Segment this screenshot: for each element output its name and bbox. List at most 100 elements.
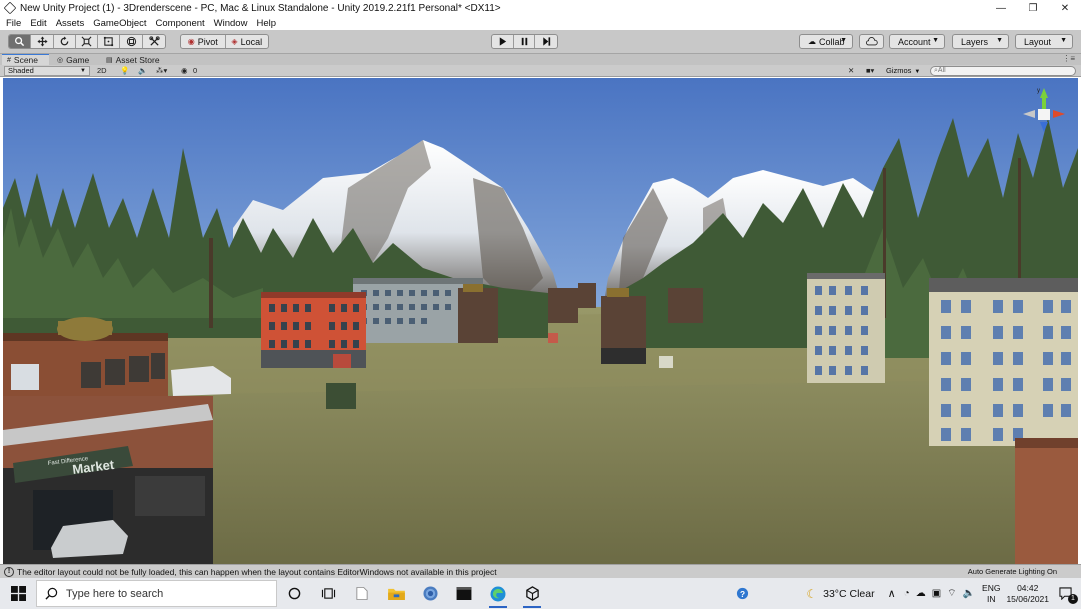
window-controls: — ❐ ✕	[985, 0, 1081, 16]
task-view-button[interactable]	[311, 578, 345, 609]
tab-asset-store[interactable]: ▤ Asset Store	[101, 54, 171, 65]
cloud-services-button[interactable]	[859, 34, 884, 49]
chevron-down-icon: ▼	[80, 68, 86, 74]
menu-window[interactable]: Window	[214, 18, 248, 29]
taskbar-terminal[interactable]	[447, 578, 481, 609]
maximize-button[interactable]: ❐	[1017, 0, 1049, 16]
more-options-icon[interactable]: ⋮≡	[1062, 54, 1075, 63]
svg-text:?: ?	[740, 589, 745, 599]
step-icon	[542, 37, 550, 46]
language-indicator[interactable]: ENG IN	[982, 583, 1000, 605]
taskbar-search-placeholder: Type here to search	[66, 587, 164, 600]
chevron-down-icon: ▼	[932, 37, 939, 44]
layers-dropdown[interactable]: Layers ▼	[952, 34, 1009, 49]
local-button[interactable]: ◈ Local	[226, 35, 269, 48]
taskbar-unity[interactable]	[515, 578, 549, 609]
scale-tool-button[interactable]	[76, 35, 98, 48]
menu-edit[interactable]: Edit	[30, 18, 46, 29]
search-placeholder: All	[937, 67, 946, 74]
play-button[interactable]	[492, 35, 514, 48]
camera-icon[interactable]: ■▾	[866, 66, 874, 76]
menu-gameobject[interactable]: GameObject	[93, 18, 146, 29]
menu-assets[interactable]: Assets	[56, 18, 85, 29]
help-icon[interactable]: ?	[728, 578, 756, 609]
warning-icon: !	[4, 566, 14, 577]
shopping-bag-icon: ▤	[106, 56, 113, 64]
windows-logo-icon	[10, 586, 26, 601]
move-tool-button[interactable]	[31, 35, 54, 48]
layout-label: Layout	[1024, 36, 1052, 47]
search-icon	[45, 587, 58, 600]
hand-icon	[15, 37, 25, 47]
task-view-icon	[321, 588, 335, 599]
cortana-button[interactable]	[277, 578, 311, 609]
layout-dropdown[interactable]: Layout ▼	[1015, 34, 1073, 49]
start-button[interactable]	[0, 578, 36, 609]
language-code: ENG	[982, 582, 1001, 593]
wrench-icon	[148, 36, 160, 46]
taskbar-chrome[interactable]	[413, 578, 447, 609]
scene-viewport[interactable]: Market Fast Difference y	[3, 78, 1078, 564]
unity-logo-icon	[525, 586, 539, 601]
menu-bar: File Edit Assets GameObject Component Wi…	[0, 16, 1081, 30]
notification-center-button[interactable]: 1	[1059, 578, 1081, 609]
main-toolbar: ◉ Pivot ◈ Local ☁ Collab ▼ Account ▼ Lay…	[0, 30, 1081, 54]
display-icon[interactable]: ▣	[932, 588, 941, 599]
hand-tool-button[interactable]	[9, 35, 31, 48]
volume-icon[interactable]: 🔈	[963, 588, 975, 599]
rotate-tool-button[interactable]	[54, 35, 76, 48]
network-status-icon[interactable]: ◔	[904, 588, 910, 599]
effects-icon[interactable]: ⁂▾	[156, 66, 167, 76]
pause-icon	[521, 37, 527, 46]
cloud-icon	[866, 37, 878, 46]
pivot-button[interactable]: ◉ Pivot	[181, 35, 226, 48]
hierarchy-search-input[interactable]: ⌕All	[930, 66, 1076, 76]
gizmos-dropdown[interactable]: Gizmos ▼	[886, 66, 926, 76]
scene-grid-icon: #	[7, 56, 11, 64]
taskbar-file-app[interactable]	[345, 578, 379, 609]
pivot-toggle-group: ◉ Pivot ◈ Local	[180, 34, 269, 49]
pause-button[interactable]	[514, 35, 536, 48]
account-dropdown[interactable]: Account ▼	[889, 34, 945, 49]
status-bar: ! The editor layout could not be fully l…	[0, 564, 1081, 578]
transform-tools	[8, 34, 166, 49]
lighting-bulb-icon[interactable]: 💡	[120, 66, 129, 76]
chevron-down-icon: ▼	[914, 69, 921, 75]
shading-mode-dropdown[interactable]: Shaded ▼	[4, 66, 90, 76]
step-button[interactable]	[535, 35, 557, 48]
audio-speaker-icon[interactable]: 🔈	[138, 66, 147, 76]
windows-taskbar: Type here to search ? ☾ 33°C Clear ∧ ◔ ☁…	[0, 578, 1081, 609]
chevron-down-icon: ▼	[840, 37, 847, 44]
tab-scene-label: Scene	[13, 55, 39, 65]
chevron-up-icon[interactable]: ∧	[888, 587, 896, 600]
weather-widget[interactable]: ☾ 33°C Clear	[806, 587, 874, 601]
shading-mode-label: Shaded	[8, 66, 34, 75]
rect-transform-icon	[103, 36, 114, 47]
menu-file[interactable]: File	[6, 18, 21, 29]
taskbar-file-explorer[interactable]	[379, 578, 413, 609]
custom-tool-button[interactable]	[143, 35, 165, 48]
minimize-button[interactable]: —	[985, 0, 1017, 16]
2d-toggle-button[interactable]: 2D	[97, 66, 111, 76]
question-badge-icon: ?	[736, 587, 748, 600]
tab-game[interactable]: ◎ Game	[52, 54, 98, 65]
tools-icon[interactable]: ✕	[848, 66, 854, 76]
chevron-down-icon: ▼	[1060, 37, 1067, 44]
rect-tool-button[interactable]	[98, 35, 120, 48]
document-icon	[356, 587, 368, 600]
onedrive-cloud-icon[interactable]: ☁	[916, 588, 926, 599]
taskbar-edge[interactable]	[481, 578, 515, 609]
transform-tool-button[interactable]	[120, 35, 143, 48]
taskbar-search-input[interactable]: Type here to search	[36, 580, 277, 607]
playback-controls	[491, 34, 558, 49]
wifi-icon[interactable]: ⌔	[947, 587, 956, 600]
language-region: IN	[986, 593, 996, 604]
close-button[interactable]: ✕	[1049, 0, 1081, 16]
hidden-objects-icon[interactable]: ◉	[181, 66, 188, 76]
system-clock[interactable]: 04:42 15/06/2021	[1006, 583, 1049, 605]
collab-dropdown[interactable]: ☁ Collab ▼	[799, 34, 853, 49]
tab-scene[interactable]: # Scene	[2, 54, 49, 65]
status-message[interactable]: The editor layout could not be fully loa…	[17, 567, 497, 577]
menu-component[interactable]: Component	[156, 18, 205, 29]
menu-help[interactable]: Help	[256, 18, 276, 29]
